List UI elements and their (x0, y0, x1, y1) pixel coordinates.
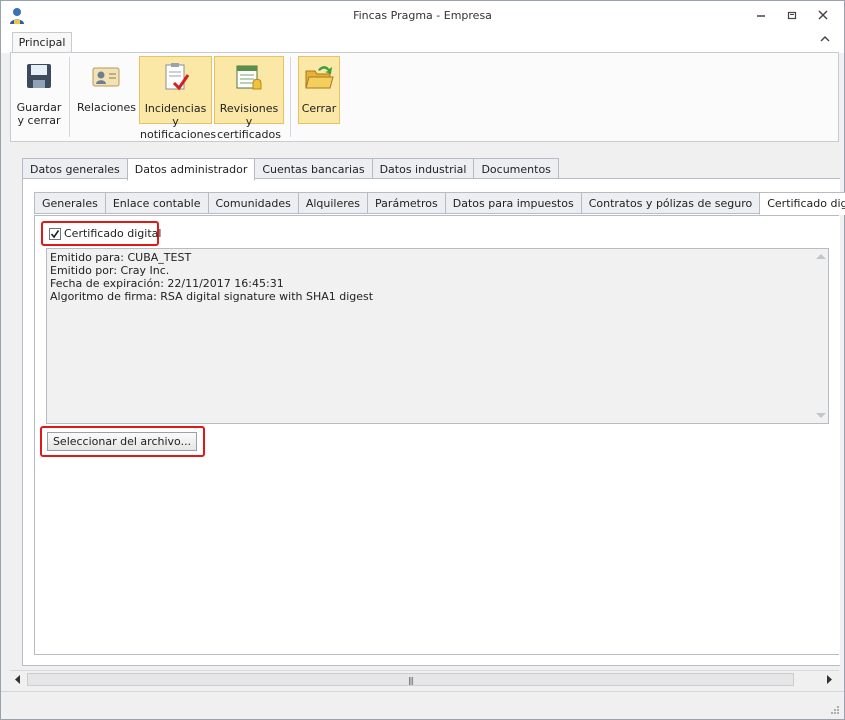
calendar-bell-icon (236, 65, 262, 90)
scroll-grip-icon: ||| (407, 676, 414, 685)
minimize-button[interactable] (751, 7, 771, 23)
restore-button[interactable] (782, 7, 802, 23)
scroll-down-icon[interactable] (816, 413, 826, 418)
reviews-certificates-button[interactable]: Revisiones y certificados (214, 56, 284, 141)
select-file-button[interactable]: Seleccionar del archivo... (47, 432, 197, 451)
scroll-left-icon[interactable] (14, 675, 22, 684)
certificate-algorithm: Algoritmo de firma: RSA digital signatur… (50, 290, 374, 303)
relations-label: Relaciones (77, 101, 137, 114)
content-area: Datos generales Datos administrador Cuen… (10, 146, 845, 668)
ribbon-tab-strip: Principal (1, 31, 844, 54)
close-form-button[interactable]: Cerrar (298, 56, 340, 124)
save-close-label: Guardar y cerrar (16, 101, 62, 127)
tab-contratos-polizas[interactable]: Contratos y pólizas de seguro (580, 192, 761, 214)
app-window: Fincas Pragma - Empresa Principal Guarda… (0, 0, 845, 720)
scroll-thumb[interactable]: ||| (27, 673, 794, 686)
incidents-label: Incidencias y notificaciones (140, 102, 217, 141)
certificate-issued-by: Emitido por: Cray Inc. (50, 264, 170, 277)
tab-datos-industrial[interactable]: Datos industrial (371, 158, 475, 180)
horizontal-scrollbar[interactable]: ||| (10, 670, 839, 687)
contacts-card-icon (92, 67, 120, 87)
tab-datos-administrador[interactable]: Datos administrador (126, 158, 256, 181)
checkmark-icon (50, 230, 60, 239)
scroll-up-icon[interactable] (816, 254, 826, 259)
close-label: Cerrar (301, 102, 337, 115)
tab-principal[interactable]: Principal (12, 32, 72, 54)
tab-cuentas-bancarias[interactable]: Cuentas bancarias (254, 158, 373, 180)
tab-documentos[interactable]: Documentos (473, 158, 559, 180)
tab-certificado-digital[interactable]: Certificado digital (759, 192, 845, 215)
certificate-expiration: Fecha de expiración: 22/11/2017 16:45:31 (50, 277, 284, 290)
folder-exit-icon (305, 66, 334, 89)
certificate-info-box[interactable]: Emitido para: CUBA_TEST Emitido por: Cra… (46, 248, 829, 424)
title-bar: Fincas Pragma - Empresa (1, 1, 844, 31)
save-icon (27, 64, 51, 88)
save-close-button[interactable]: Guardar y cerrar (15, 56, 63, 127)
close-window-button[interactable] (813, 7, 833, 23)
tab-alquileres[interactable]: Alquileres (297, 192, 369, 214)
ribbon-separator (69, 57, 70, 137)
certificate-checkbox[interactable] (49, 228, 61, 240)
collapse-ribbon-icon[interactable] (820, 35, 830, 46)
tab-datos-generales[interactable]: Datos generales (22, 158, 128, 180)
certificate-panel: Certificado digital Emitido para: CUBA_T… (34, 215, 839, 655)
window-title: Fincas Pragma - Empresa (353, 9, 492, 22)
sub-tab-strip: Generales Enlace contable Comunidades Al… (34, 192, 845, 215)
relations-button[interactable]: Relaciones (77, 56, 137, 124)
administrator-panel: Generales Enlace contable Comunidades Al… (22, 178, 845, 666)
certificate-checkbox-label: Certificado digital (64, 227, 162, 240)
scroll-right-icon[interactable] (825, 675, 833, 684)
resize-grip-icon[interactable] (830, 705, 840, 715)
ribbon-panel: Guardar y cerrar Relaciones Incidencias … (10, 52, 839, 142)
status-bar (1, 691, 844, 719)
ribbon-separator (290, 57, 291, 137)
tab-enlace-contable[interactable]: Enlace contable (104, 192, 209, 214)
checklist-icon (165, 63, 189, 91)
tab-parametros[interactable]: Parámetros (367, 192, 446, 214)
reviews-label: Revisiones y certificados (217, 102, 281, 141)
tab-comunidades[interactable]: Comunidades (207, 192, 299, 214)
tab-datos-impuestos[interactable]: Datos para impuestos (444, 192, 582, 214)
info-scrollbar[interactable] (814, 249, 828, 423)
certificate-issued-to: Emitido para: CUBA_TEST (50, 251, 192, 264)
tab-generales[interactable]: Generales (34, 192, 106, 214)
incidents-notifications-button[interactable]: Incidencias y notificaciones (139, 56, 216, 141)
